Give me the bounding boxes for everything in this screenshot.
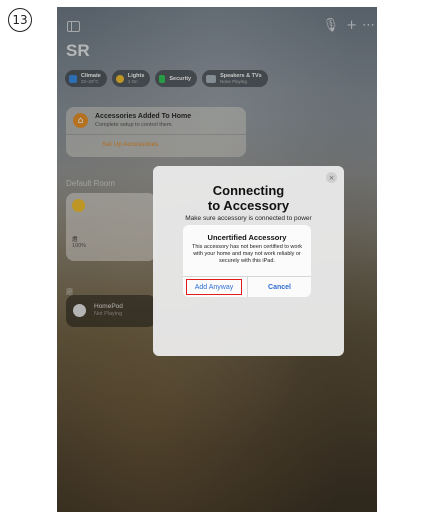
step-number-badge: 13 <box>8 8 32 32</box>
connecting-sheet: × Connecting to Accessory Make sure acce… <box>153 166 344 356</box>
alert-title: Uncertified Accessory <box>207 233 287 242</box>
sheet-subtitle: Make sure accessory is connected to powe… <box>185 215 312 222</box>
add-anyway-button[interactable]: Add Anyway <box>186 279 242 295</box>
close-icon[interactable]: × <box>326 172 337 183</box>
sheet-title: Connecting to Accessory <box>207 183 290 213</box>
alert-body: This accessory has not been certified to… <box>191 244 303 264</box>
uncertified-alert: Uncertified Accessory This accessory has… <box>183 225 311 297</box>
cancel-button[interactable]: Cancel <box>248 277 311 297</box>
ipad-screen: 🎙 + ⋯ SR Climate 22–23°C Lights 1 On Sec… <box>57 7 377 512</box>
